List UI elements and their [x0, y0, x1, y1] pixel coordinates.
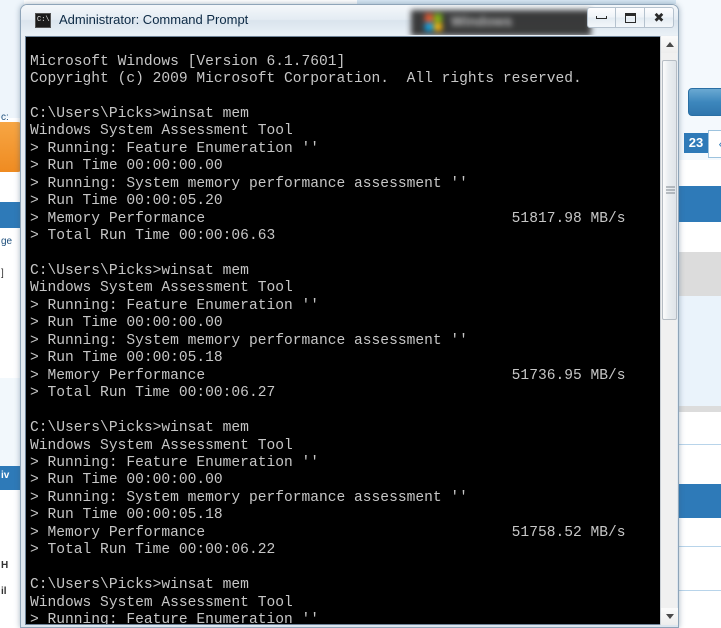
background-text-fragment: ge	[1, 236, 13, 247]
background-collapse-button[interactable]: «	[708, 130, 721, 158]
background-text-fragment: ]	[1, 268, 4, 279]
minimize-button[interactable]	[587, 7, 616, 28]
chevron-up-icon	[665, 42, 674, 47]
window-title: Administrator: Command Prompt	[59, 12, 249, 27]
scroll-up-button[interactable]	[661, 36, 678, 53]
watermark-text: Windows	[451, 13, 513, 29]
background-right-rule-3	[676, 590, 721, 591]
background-count-badge: 23	[684, 133, 708, 153]
windows-logo-watermark: Windows	[411, 10, 591, 35]
background-text-fragment: iv	[1, 470, 10, 481]
background-action-button[interactable]	[688, 88, 721, 116]
background-text-fragment: c:	[1, 112, 9, 123]
close-icon: ✖	[653, 10, 665, 25]
background-right-rule-2	[676, 546, 721, 547]
console-text: Microsoft Windows [Version 6.1.7601] Cop…	[30, 53, 626, 625]
windows-logo-icon	[425, 14, 443, 32]
background-right-tint-2	[676, 296, 721, 406]
console-scrollbar[interactable]	[660, 36, 678, 625]
background-right-rule-1	[676, 444, 721, 445]
command-prompt-icon: C:\	[35, 13, 51, 28]
background-text-fragment: H	[1, 560, 9, 571]
background-right-grey-bar	[676, 252, 721, 296]
background-text-fragment: il	[1, 586, 7, 597]
maximize-button[interactable]	[616, 7, 645, 28]
background-right-blue-bar-1	[676, 186, 721, 222]
console-output-area[interactable]: Microsoft Windows [Version 6.1.7601] Cop…	[25, 36, 676, 625]
window-title-bar[interactable]: C:\ Administrator: Command Prompt Window…	[21, 5, 678, 35]
window-controls: ✖	[587, 7, 674, 28]
maximize-icon	[624, 12, 636, 23]
scroll-down-button[interactable]	[661, 608, 678, 625]
screen-root: c: ge ] iv H il 23 « C:\ Administrator: …	[0, 0, 721, 628]
command-prompt-window: C:\ Administrator: Command Prompt Window…	[20, 4, 679, 628]
scrollbar-grip-icon	[666, 186, 675, 194]
background-right-blue-bar-2	[676, 484, 721, 518]
minimize-icon	[596, 16, 607, 19]
background-left-orange-accent	[0, 122, 22, 172]
close-button[interactable]: ✖	[645, 7, 674, 28]
scrollbar-thumb[interactable]	[662, 60, 677, 320]
background-right-divider	[676, 406, 721, 412]
chevron-down-icon	[665, 614, 674, 619]
